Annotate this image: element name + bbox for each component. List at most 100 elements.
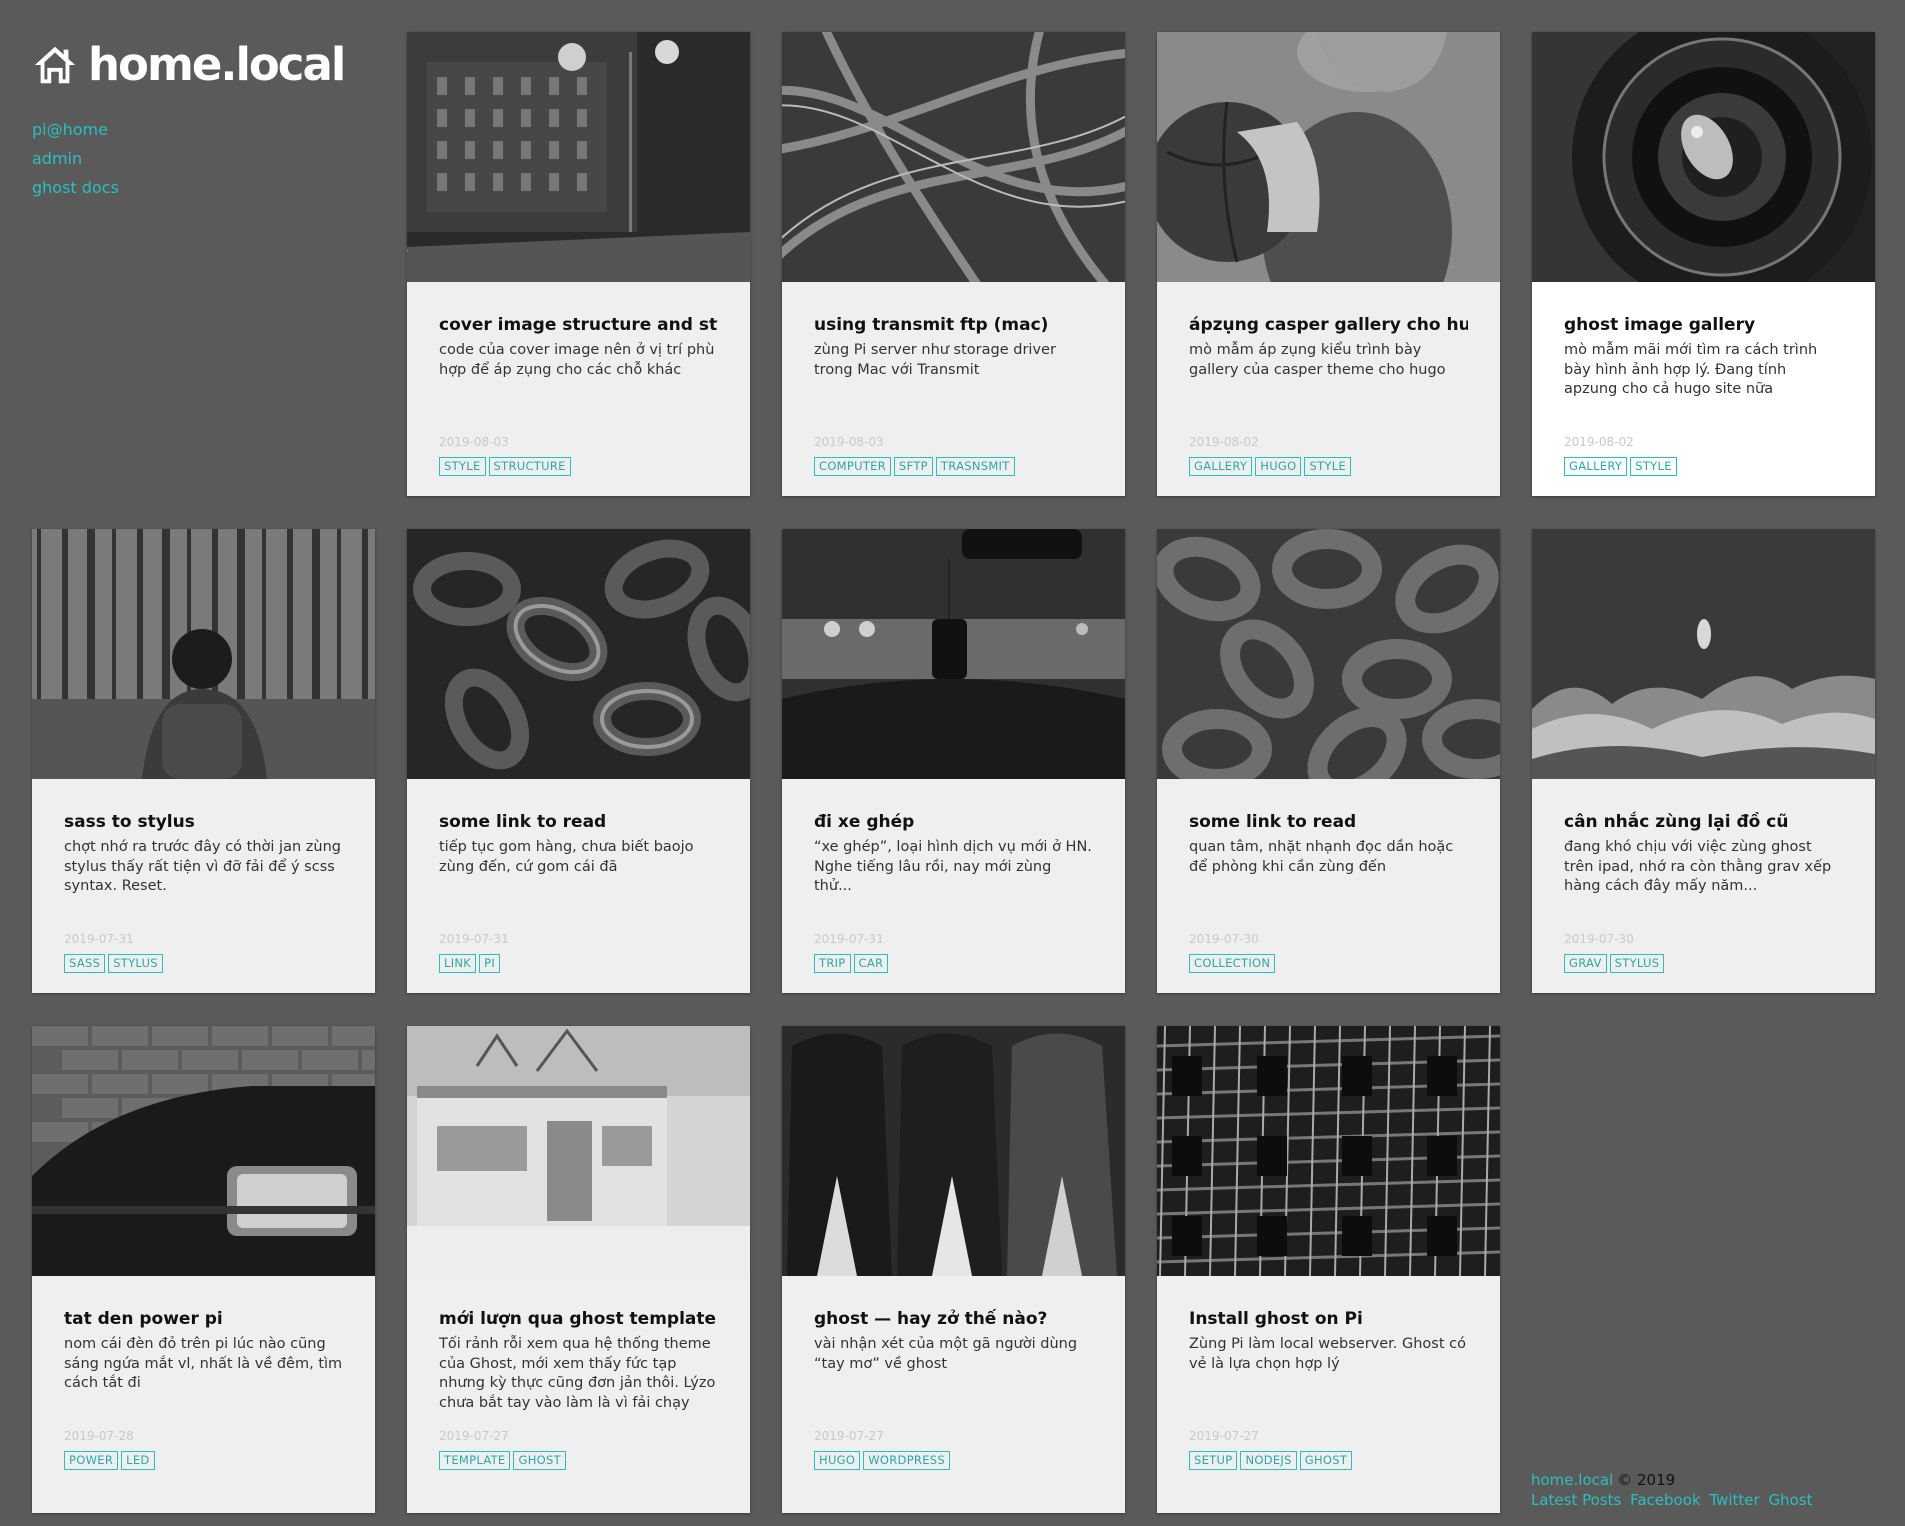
post-excerpt: code của cover image nên ở vị trí phù hợ… bbox=[439, 342, 715, 378]
post-title[interactable]: ghost — hay zở thế nào? bbox=[814, 1308, 1093, 1330]
post-date: 2019-07-27 bbox=[814, 1429, 884, 1443]
post-tag[interactable]: GALLERY bbox=[1189, 457, 1253, 476]
post-tag[interactable]: TRIP bbox=[814, 954, 851, 973]
post-excerpt: đang khó chịu với việc zùng ghost trên i… bbox=[1564, 839, 1832, 894]
post-title[interactable]: sass to stylus bbox=[64, 811, 343, 833]
post-card[interactable]: tat den power pi nom cái đèn đỏ trên pi … bbox=[32, 1026, 375, 1513]
post-tag[interactable]: CAR bbox=[853, 954, 889, 973]
post-title[interactable]: using transmit ftp (mac) bbox=[814, 314, 1093, 336]
post-card[interactable]: some link to read quan tâm, nhặt nhạnh đ… bbox=[1157, 529, 1500, 993]
post-excerpt: Tối rảnh rỗi xem qua hệ thống theme của … bbox=[439, 1336, 716, 1411]
post-tag[interactable]: GALLERY bbox=[1564, 457, 1628, 476]
post-tag[interactable]: NODEJS bbox=[1240, 1451, 1297, 1470]
post-tag[interactable]: SETUP bbox=[1189, 1451, 1238, 1470]
post-title[interactable]: some link to read bbox=[439, 811, 718, 833]
post-date: 2019-07-31 bbox=[64, 932, 134, 946]
post-tag[interactable]: COLLECTION bbox=[1189, 954, 1276, 973]
post-title[interactable]: đi xe ghép bbox=[814, 811, 1093, 833]
post-card-body: mới lượn qua ghost template Tối rảnh rỗi… bbox=[407, 1276, 750, 1470]
post-tag[interactable]: WORDPRESS bbox=[863, 1451, 950, 1470]
post-date: 2019-08-02 bbox=[1189, 435, 1259, 449]
post-tag[interactable]: COMPUTER bbox=[814, 457, 892, 476]
post-tags: TRIP CAR bbox=[814, 954, 1093, 973]
post-card[interactable]: Install ghost on Pi Zùng Pi làm local we… bbox=[1157, 1026, 1500, 1513]
post-card-body: some link to read tiếp tục gom hàng, chư… bbox=[407, 779, 750, 973]
post-grid: cover image structure and style code của… bbox=[32, 32, 1875, 1513]
post-excerpt: chợt nhớ ra trước đây có thời jan zùng s… bbox=[64, 839, 341, 894]
post-card[interactable]: mới lượn qua ghost template Tối rảnh rỗi… bbox=[407, 1026, 750, 1513]
post-tag[interactable]: GHOST bbox=[513, 1451, 566, 1470]
post-date: 2019-07-30 bbox=[1564, 932, 1634, 946]
post-cover-image[interactable] bbox=[407, 32, 750, 282]
post-tag[interactable]: SFTP bbox=[894, 457, 933, 476]
post-tag[interactable]: LINK bbox=[439, 954, 477, 973]
post-cover-image[interactable] bbox=[407, 1026, 750, 1276]
post-card[interactable]: some link to read tiếp tục gom hàng, chư… bbox=[407, 529, 750, 993]
post-card[interactable]: sass to stylus chợt nhớ ra trước đây có … bbox=[32, 529, 375, 993]
post-title[interactable]: some link to read bbox=[1189, 811, 1468, 833]
post-cover-image[interactable] bbox=[1532, 32, 1875, 282]
post-tags: SETUP NODEJS GHOST bbox=[1189, 1451, 1468, 1470]
post-cover-image[interactable] bbox=[32, 1026, 375, 1276]
post-cover-image[interactable] bbox=[782, 529, 1125, 779]
post-title[interactable]: ghost image gallery bbox=[1564, 314, 1843, 336]
post-cover-image[interactable] bbox=[1157, 1026, 1500, 1276]
post-tag[interactable]: STYLE bbox=[1630, 457, 1677, 476]
post-cover-image[interactable] bbox=[1157, 529, 1500, 779]
post-title[interactable]: tat den power pi bbox=[64, 1308, 343, 1330]
post-excerpt: tiếp tục gom hàng, chưa biết baojo zùng … bbox=[439, 839, 694, 875]
post-title[interactable]: Install ghost on Pi bbox=[1189, 1308, 1468, 1330]
post-tag[interactable]: GRAV bbox=[1564, 954, 1607, 973]
post-date: 2019-08-03 bbox=[439, 435, 509, 449]
post-tag[interactable]: STRUCTURE bbox=[488, 457, 571, 476]
post-tags: HUGO WORDPRESS bbox=[814, 1451, 1093, 1470]
post-date: 2019-08-02 bbox=[1564, 435, 1634, 449]
post-cover-image[interactable] bbox=[782, 32, 1125, 282]
post-card[interactable]: cover image structure and style code của… bbox=[407, 32, 750, 496]
post-tag[interactable]: STYLUS bbox=[108, 954, 163, 973]
post-excerpt: quan tâm, nhặt nhạnh đọc dần hoặc để phò… bbox=[1189, 839, 1454, 875]
post-date: 2019-07-31 bbox=[814, 932, 884, 946]
post-excerpt: “xe ghép”, loại hình dịch vụ mới ở HN. N… bbox=[814, 839, 1092, 894]
post-tags: COLLECTION bbox=[1189, 954, 1468, 973]
footer-link-ghost[interactable]: Ghost bbox=[1768, 1491, 1812, 1509]
post-tags: TEMPLATE GHOST bbox=[439, 1451, 718, 1470]
post-tag[interactable]: HUGO bbox=[814, 1451, 861, 1470]
post-card[interactable]: cân nhắc zùng lại đồ cũ đang khó chịu vớ… bbox=[1532, 529, 1875, 993]
post-tag[interactable]: HUGO bbox=[1255, 457, 1302, 476]
post-card[interactable]: using transmit ftp (mac) zùng Pi server … bbox=[782, 32, 1125, 496]
post-tag[interactable]: STYLE bbox=[439, 457, 486, 476]
post-card[interactable]: ápzụng casper gallery cho hugo mò mẫm áp… bbox=[1157, 32, 1500, 496]
post-tag[interactable]: LED bbox=[121, 1451, 155, 1470]
post-tag[interactable]: GHOST bbox=[1299, 1451, 1353, 1470]
post-title[interactable]: cover image structure and style bbox=[439, 314, 718, 336]
post-date: 2019-07-31 bbox=[439, 932, 509, 946]
post-cover-image[interactable] bbox=[782, 1026, 1125, 1276]
post-cover-image[interactable] bbox=[1532, 529, 1875, 779]
post-date: 2019-07-28 bbox=[64, 1429, 134, 1443]
post-excerpt: zùng Pi server như storage driver trong … bbox=[814, 342, 1056, 378]
footer-site-link[interactable]: home.local bbox=[1531, 1471, 1613, 1489]
post-tag[interactable]: STYLUS bbox=[1609, 954, 1665, 973]
post-tag[interactable]: SASS bbox=[64, 954, 106, 973]
footer-link-twitter[interactable]: Twitter bbox=[1709, 1491, 1759, 1509]
post-card[interactable]: ghost — hay zở thế nào? vài nhận xét của… bbox=[782, 1026, 1125, 1513]
post-title[interactable]: mới lượn qua ghost template bbox=[439, 1308, 718, 1330]
post-cover-image[interactable] bbox=[1157, 32, 1500, 282]
post-tag[interactable]: TEMPLATE bbox=[439, 1451, 511, 1470]
post-card-body: cover image structure and style code của… bbox=[407, 282, 750, 476]
post-title[interactable]: cân nhắc zùng lại đồ cũ bbox=[1564, 811, 1843, 833]
footer-link-facebook[interactable]: Facebook bbox=[1630, 1491, 1700, 1509]
post-cover-image[interactable] bbox=[32, 529, 375, 779]
post-card[interactable]: đi xe ghép “xe ghép”, loại hình dịch vụ … bbox=[782, 529, 1125, 993]
post-tag[interactable]: POWER bbox=[64, 1451, 119, 1470]
post-tags: POWER LED bbox=[64, 1451, 343, 1470]
post-excerpt: nom cái đèn đỏ trên pi lúc nào cũng sáng… bbox=[64, 1336, 343, 1391]
post-cover-image[interactable] bbox=[407, 529, 750, 779]
post-card[interactable]: ghost image gallery mò mẫm mãi mới tìm r… bbox=[1532, 32, 1875, 496]
post-tag[interactable]: TRASNSMIT bbox=[935, 457, 1015, 476]
post-tag[interactable]: STYLE bbox=[1304, 457, 1352, 476]
post-title[interactable]: ápzụng casper gallery cho hugo bbox=[1189, 314, 1468, 336]
footer-link-latest-posts[interactable]: Latest Posts bbox=[1531, 1491, 1621, 1509]
post-tag[interactable]: PI bbox=[479, 954, 501, 973]
